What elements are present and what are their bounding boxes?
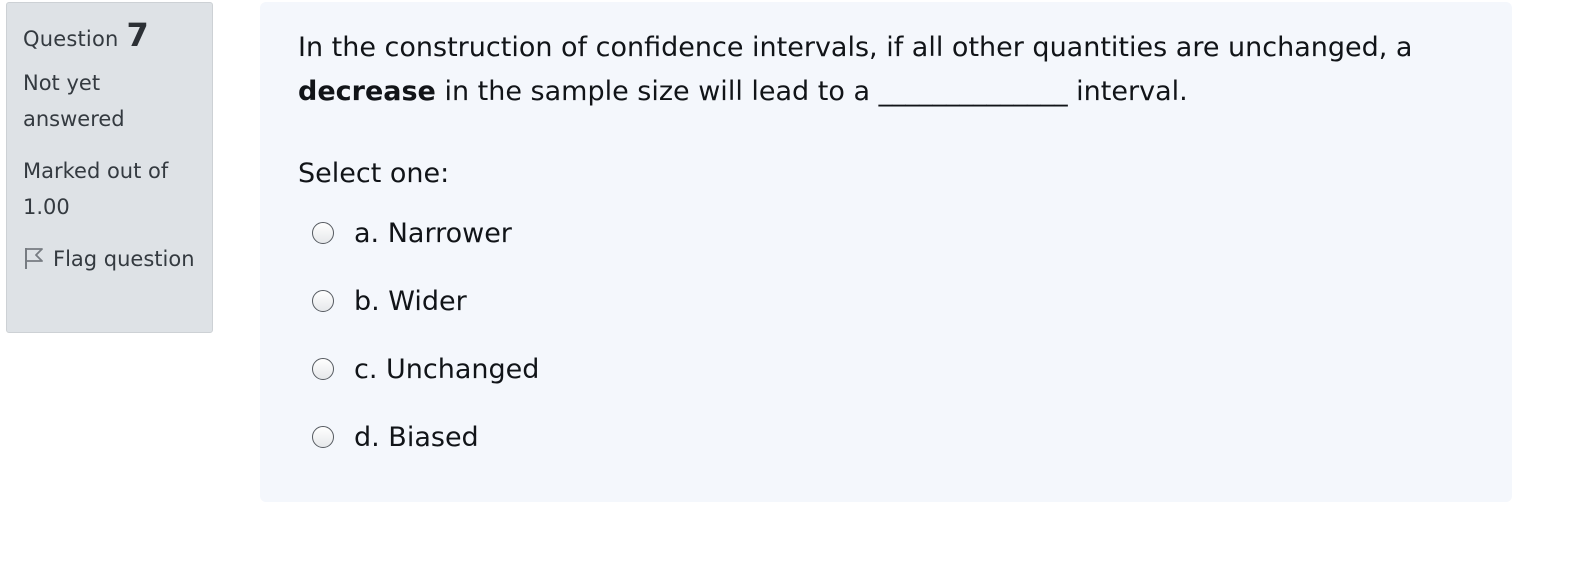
answer-list: a. Narrower b. Wider c. Unchanged d. Bia… — [312, 199, 1474, 471]
flag-question-label[interactable]: Flag question — [53, 247, 195, 271]
question-text-emphasis: decrease — [298, 76, 436, 107]
question-info-panel: Question 7 Not yet answered Marked out o… — [6, 2, 213, 333]
question-content-panel: In the construction of confidence interv… — [260, 2, 1512, 502]
question-text-start: In the construction of confidence interv… — [298, 32, 1413, 63]
flag-icon[interactable] — [23, 245, 45, 269]
answer-prompt: Select one: — [298, 158, 450, 189]
question-number: 7 — [126, 16, 149, 54]
radio-button-a[interactable] — [312, 222, 334, 244]
answer-label-b[interactable]: b. Wider — [354, 286, 467, 317]
question-label: Question — [23, 27, 119, 51]
answer-option-c[interactable]: c. Unchanged — [312, 335, 1474, 403]
radio-button-b[interactable] — [312, 290, 334, 312]
answer-label-d[interactable]: d. Biased — [354, 422, 479, 453]
answer-option-d[interactable]: d. Biased — [312, 403, 1474, 471]
answer-option-a[interactable]: a. Narrower — [312, 199, 1474, 267]
answer-label-c[interactable]: c. Unchanged — [354, 354, 539, 385]
radio-button-c[interactable] — [312, 358, 334, 380]
answer-option-b[interactable]: b. Wider — [312, 267, 1474, 335]
question-state: Not yet answered — [23, 71, 125, 131]
answer-label-a[interactable]: a. Narrower — [354, 218, 512, 249]
question-number-row: Question 7 — [23, 17, 196, 61]
question-grade: Marked out of 1.00 — [23, 159, 169, 219]
radio-button-d[interactable] — [312, 426, 334, 448]
question-text-end: in the sample size will lead to a ______… — [435, 76, 1188, 107]
flag-question-button[interactable]: Flag question — [23, 241, 196, 277]
question-text: In the construction of confidence interv… — [298, 26, 1474, 114]
